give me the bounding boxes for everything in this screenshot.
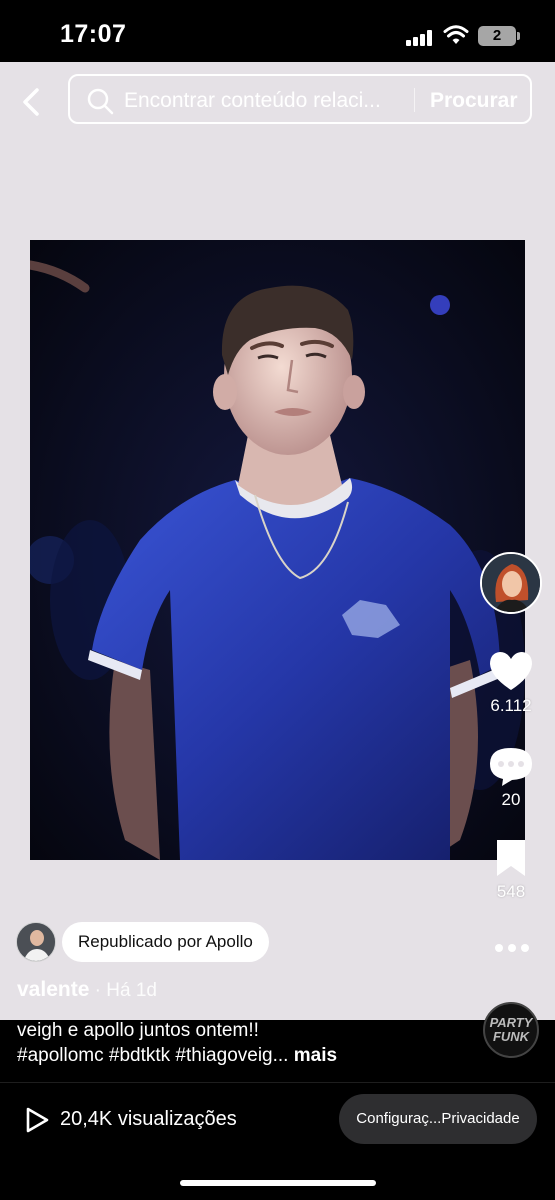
divider (0, 1082, 555, 1083)
post-photo[interactable] (30, 240, 525, 860)
like-count: 6.112 (490, 696, 532, 715)
disc-label-2: FUNK (492, 1029, 530, 1044)
signal-icon (406, 30, 432, 46)
music-disc-label: PARTY FUNK (485, 1016, 537, 1044)
comment-icon (490, 748, 532, 786)
search-bar[interactable]: Encontrar conteúdo relaci... Procurar (68, 74, 532, 124)
comment-button[interactable]: 20 (486, 746, 536, 810)
play-icon (26, 1107, 49, 1133)
caption-line-2: #apollomc #bdtktk #thiagoveig... mais (17, 1043, 477, 1068)
save-count: 548 (496, 882, 526, 901)
wifi-icon (443, 25, 469, 44)
bottom-panel: veigh e apollo juntos ontem!! #apollomc … (0, 1002, 555, 1200)
status-bar: 17:07 2 (0, 0, 555, 62)
photo-illustration (30, 240, 525, 860)
views-count: 20,4K visualizações (60, 1108, 237, 1130)
battery-tip (517, 32, 520, 40)
creator-avatar[interactable] (480, 552, 542, 614)
search-icon (87, 88, 114, 115)
chevron-left-icon[interactable] (14, 82, 50, 122)
like-button[interactable]: 6.112 (486, 650, 536, 716)
caption-more-link[interactable]: mais (294, 1045, 337, 1066)
caption-line-1: veigh e apollo juntos ontem!! (17, 1020, 259, 1041)
author-name[interactable]: valente (17, 978, 89, 1001)
heart-icon (490, 652, 532, 690)
search-input[interactable]: Encontrar conteúdo relaci... (124, 89, 404, 113)
bookmark-icon (497, 840, 525, 876)
caption-hashtags: #apollomc #bdtktk #thiagoveig... (17, 1045, 289, 1066)
post-area: Encontrar conteúdo relaci... Procurar 6.… (0, 62, 555, 1020)
repost-label: Republicado por Apollo (62, 922, 269, 962)
privacy-settings-button[interactable]: Configuraç...Privacidade (339, 1094, 537, 1144)
search-divider (414, 88, 415, 112)
save-button[interactable]: 548 (486, 838, 536, 902)
battery-icon: 2 (478, 26, 516, 46)
music-disc[interactable]: PARTY FUNK (483, 1002, 539, 1058)
disc-label-1: PARTY (489, 1015, 533, 1030)
more-icon[interactable] (494, 942, 530, 954)
repost-avatar[interactable] (16, 922, 56, 962)
comment-count: 20 (501, 790, 521, 809)
author-row: valente · Há 1d (17, 978, 157, 1002)
status-time: 17:07 (60, 20, 127, 48)
post-caption[interactable]: veigh e apollo juntos ontem!! #apollomc … (17, 1018, 477, 1068)
search-button[interactable]: Procurar (430, 89, 518, 113)
home-indicator[interactable] (180, 1180, 376, 1186)
post-time: · Há 1d (89, 980, 157, 1001)
